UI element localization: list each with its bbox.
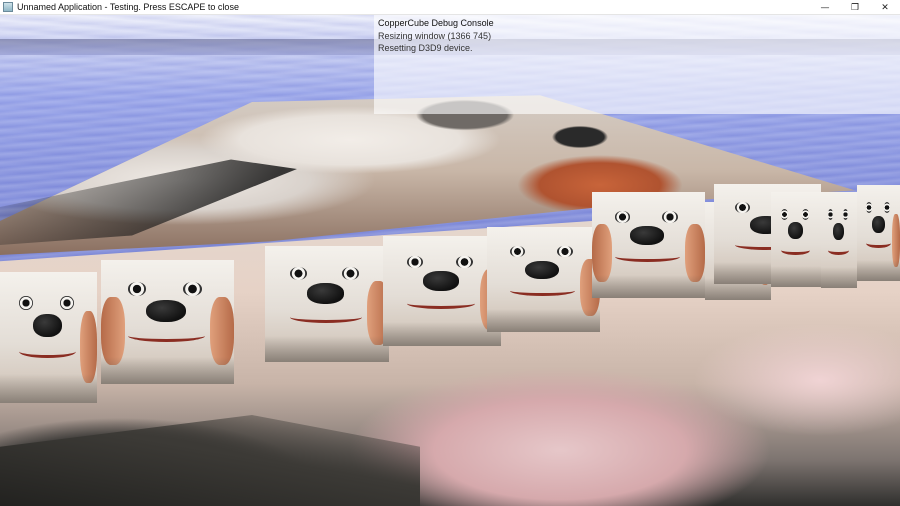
dog-mouth: [614, 251, 681, 262]
dog-sprite: [383, 236, 501, 346]
hand-shape: [79, 311, 97, 384]
hand-shape: [592, 223, 613, 283]
dog-mouth: [406, 298, 476, 309]
dog-sprite: [821, 192, 857, 288]
close-button[interactable]: ✕: [870, 0, 900, 15]
dog-sprite: [857, 185, 900, 281]
debug-console-line: Resetting D3D9 device.: [378, 43, 473, 53]
dog-eye: [406, 255, 424, 268]
close-icon: ✕: [881, 2, 889, 13]
dog-nose: [525, 260, 560, 280]
dog-eye: [802, 209, 809, 220]
app-icon: [3, 2, 13, 12]
dog-eye: [60, 295, 74, 310]
dog-eye: [865, 202, 872, 213]
dog-nose: [871, 215, 885, 233]
hand-shape: [210, 297, 234, 366]
dog-eye: [127, 282, 147, 296]
dog-eye: [843, 209, 849, 220]
sprite-shade: [821, 266, 857, 288]
sprite-shade: [771, 266, 821, 287]
sprite-shade: [0, 374, 97, 403]
dog-eye: [614, 211, 631, 223]
sprite-shade: [592, 274, 705, 298]
restore-icon: ❐: [850, 2, 860, 13]
dog-eye: [183, 282, 203, 296]
dog-nose: [307, 283, 345, 304]
dog-nose: [32, 313, 63, 338]
hand-shape: [101, 297, 125, 366]
sprite-shade: [265, 336, 389, 362]
debug-console-line: Resizing window (1366 745): [378, 30, 492, 41]
dog-nose: [630, 225, 665, 245]
dog-mouth: [19, 345, 76, 359]
minimize-icon: —: [820, 2, 830, 13]
dog-sprite: [771, 192, 821, 287]
dog-mouth: [781, 245, 810, 255]
dog-eye: [735, 202, 751, 213]
dog-eye: [19, 295, 33, 310]
dog-eye: [781, 209, 788, 220]
window-controls: — ❐ ✕: [810, 0, 900, 15]
sprite-shade: [487, 308, 600, 332]
dog-sprite: [487, 227, 600, 332]
dog-nose: [788, 222, 803, 240]
dog-eye: [509, 245, 526, 258]
dog-mouth: [509, 286, 576, 297]
dog-eye: [662, 211, 678, 223]
dog-mouth: [828, 246, 850, 256]
window-title-bar[interactable]: Unnamed Application - Testing. Press ESC…: [0, 0, 900, 15]
dog-sprite: [592, 192, 705, 298]
dog-mouth: [865, 239, 891, 249]
dog-eye: [289, 266, 308, 280]
sprite-shade: [101, 356, 234, 384]
hand-shape: [684, 223, 705, 283]
dog-nose: [833, 222, 845, 240]
dog-mouth: [127, 329, 205, 342]
dog-eye: [883, 202, 890, 213]
sprite-shade: [383, 321, 501, 346]
dog-nose: [146, 299, 187, 322]
dog-eye: [557, 245, 573, 258]
dog-eye: [341, 266, 360, 280]
minimize-button[interactable]: —: [810, 0, 840, 15]
dog-sprite: [0, 272, 97, 403]
hand-shape: [892, 213, 900, 267]
dog-sprite: [265, 246, 389, 362]
dog-mouth: [289, 311, 362, 323]
debug-console-title: CopperCube Debug Console: [378, 18, 494, 28]
window-title: Unnamed Application - Testing. Press ESC…: [17, 2, 239, 12]
dog-sprite: [101, 260, 234, 384]
dog-eye: [828, 209, 834, 220]
debug-console: CopperCube Debug Console Resizing window…: [374, 15, 900, 114]
dog-eye: [456, 255, 473, 268]
restore-button[interactable]: ❐: [840, 0, 870, 15]
sprite-shade: [857, 259, 900, 281]
dog-nose: [423, 271, 459, 291]
